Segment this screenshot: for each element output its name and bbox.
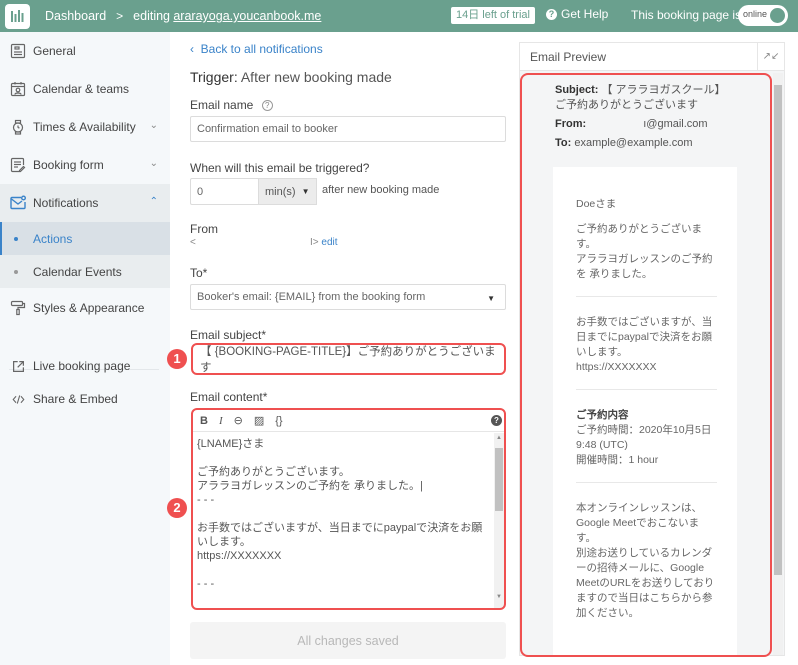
sidebar-item-label: Notifications <box>33 196 99 210</box>
from-value-start: < <box>190 237 196 248</box>
trigger-time-input[interactable]: 0 <box>190 178 258 205</box>
save-status-button[interactable]: All changes saved <box>190 622 506 659</box>
trigger-value: After new booking made <box>240 69 392 85</box>
sidebar-subitem-label: Calendar Events <box>33 264 122 279</box>
paint-roller-icon <box>9 299 27 317</box>
sidebar-item-booking-form[interactable]: Booking form ⌄ <box>0 146 170 184</box>
back-link-label: Back to all notifications <box>200 42 323 56</box>
highlight-box-subject <box>191 343 506 375</box>
highlight-box-preview <box>520 73 772 657</box>
chevron-up-icon: ⌃ <box>149 196 158 207</box>
sidebar-item-label: Styles & Appearance <box>33 301 145 315</box>
chevron-down-icon: ⌄ <box>149 120 158 131</box>
to-select[interactable]: Booker's email: {EMAIL} from the booking… <box>190 284 506 310</box>
email-name-label: Email name ? <box>190 98 273 112</box>
get-help-button[interactable]: ? Get Help <box>546 7 608 21</box>
highlight-box-content <box>191 408 506 610</box>
trigger-label: Trigger: <box>190 69 238 85</box>
email-name-label-text: Email name <box>190 98 254 112</box>
bullet-icon <box>14 236 18 241</box>
from-edit-link[interactable]: edit <box>321 237 337 248</box>
email-name-input[interactable]: Confirmation email to booker <box>190 116 506 142</box>
sidebar-item-label: General <box>33 44 76 58</box>
toggle-knob <box>768 6 787 25</box>
youcanbook-logo-icon[interactable] <box>5 3 30 29</box>
sidebar-item-styles-appearance[interactable]: Styles & Appearance <box>0 289 170 327</box>
annotation-badge-2: 2 <box>167 498 187 518</box>
from-value-end: I> <box>310 237 319 248</box>
top-bar: Dashboard > editing ararayoga.youcanbook… <box>0 0 798 32</box>
breadcrumb-dashboard[interactable]: Dashboard <box>45 9 106 23</box>
sidebar: General Calendar & teams Times & Availab… <box>0 32 170 665</box>
time-unit-value: min(s) <box>265 185 296 198</box>
caret-down-icon: ▼ <box>301 187 310 196</box>
to-label: To* <box>190 266 208 280</box>
trial-badge: 14日 left of trial <box>451 7 535 24</box>
calendar-user-icon <box>9 80 27 98</box>
email-content-label: Email content* <box>190 390 268 404</box>
preview-title: Email Preview <box>530 50 607 64</box>
sidebar-item-label: Calendar & teams <box>33 82 130 96</box>
from-value: < I> edit <box>190 237 338 248</box>
sidebar-subitem-actions[interactable]: Actions <box>0 222 170 255</box>
trigger-time-label: When will this email be triggered? <box>190 161 370 175</box>
code-icon <box>9 390 27 408</box>
back-to-notifications-link[interactable]: ‹ Back to all notifications <box>190 42 323 56</box>
form-edit-icon <box>9 156 27 174</box>
sidebar-link-share-embed[interactable]: Share & Embed <box>0 380 170 418</box>
sidebar-link-label: Share & Embed <box>33 392 118 406</box>
sidebar-item-label: Booking form <box>33 158 104 172</box>
sidebar-subitem-label: Actions <box>33 231 73 246</box>
mail-notification-icon <box>9 194 27 212</box>
question-circle-icon[interactable]: ? <box>261 100 273 112</box>
sidebar-subitem-calendar-events[interactable]: Calendar Events <box>0 255 170 288</box>
time-unit-select[interactable]: min(s) ▼ <box>258 178 317 205</box>
toggle-state-label: online <box>743 9 768 19</box>
chevron-left-icon: ‹ <box>190 42 194 56</box>
sidebar-item-general[interactable]: General <box>0 32 170 70</box>
sidebar-item-notifications[interactable]: Notifications ⌃ <box>0 184 170 222</box>
caret-down-icon: ▼ <box>487 294 495 303</box>
email-subject-label: Email subject* <box>190 328 267 342</box>
question-circle-icon: ? <box>546 8 557 20</box>
annotation-badge-1: 1 <box>167 349 187 369</box>
editing-label: editing <box>133 9 171 23</box>
external-link-icon <box>9 357 27 375</box>
notification-form: ‹ Back to all notifications Trigger: Aft… <box>167 32 515 665</box>
breadcrumb-separator: > <box>116 9 124 23</box>
trigger-suffix: after new booking made <box>322 184 440 196</box>
from-label: From <box>190 222 218 236</box>
chevron-down-icon: ⌄ <box>149 158 158 169</box>
sidebar-link-label: Live booking page <box>33 359 131 373</box>
booking-page-status-label: This booking page is <box>631 8 742 22</box>
sidebar-item-label: Times & Availability <box>33 120 136 134</box>
sidebar-item-times-availability[interactable]: Times & Availability ⌄ <box>0 108 170 146</box>
to-select-value: Booker's email: {EMAIL} from the booking… <box>197 291 426 303</box>
trigger-heading: Trigger: After new booking made <box>190 69 392 85</box>
preview-header: Email Preview ↗↙ <box>520 43 784 71</box>
online-toggle[interactable]: online <box>738 5 788 26</box>
bullet-icon <box>14 269 18 274</box>
site-link[interactable]: ararayoga.youcanbook.me <box>173 9 321 23</box>
id-card-icon <box>9 42 27 60</box>
expand-icon[interactable]: ↗↙ <box>757 43 784 71</box>
scrollbar-thumb[interactable] <box>774 85 782 575</box>
watch-icon <box>9 118 27 136</box>
get-help-label: Get Help <box>561 7 609 21</box>
preview-scrollbar[interactable] <box>773 73 783 655</box>
sidebar-item-calendar-teams[interactable]: Calendar & teams <box>0 70 170 108</box>
